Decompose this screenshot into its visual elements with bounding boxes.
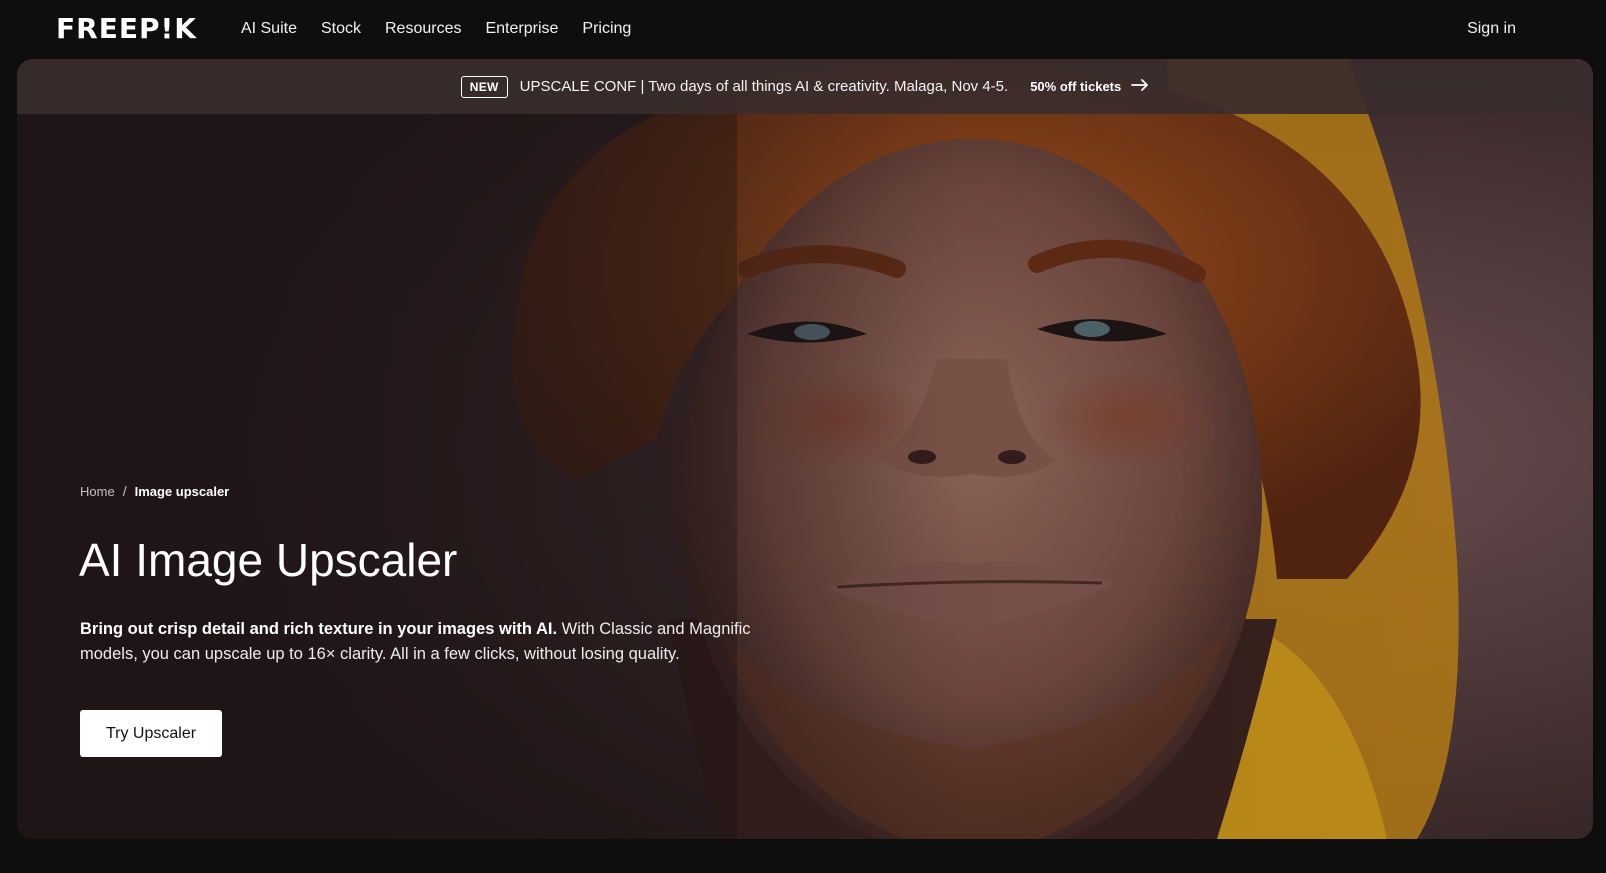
tickets-link-label: 50% off tickets xyxy=(1030,79,1122,94)
main-nav: AI Suite Stock Resources Enterprise Pric… xyxy=(241,20,631,38)
arrow-right-icon xyxy=(1131,79,1149,94)
nav-pricing[interactable]: Pricing xyxy=(582,20,631,38)
page-title: AI Image Upscaler xyxy=(79,534,458,586)
tickets-link[interactable]: 50% off tickets xyxy=(1030,79,1149,94)
freepik-logo[interactable]: FREEP!K xyxy=(56,15,197,43)
hero-overlay xyxy=(17,59,1593,839)
breadcrumb-current: Image upscaler xyxy=(134,483,230,499)
nav-enterprise[interactable]: Enterprise xyxy=(485,20,558,38)
nav-resources[interactable]: Resources xyxy=(385,20,461,38)
hero-section: NEW UPSCALE CONF | Two days of all thing… xyxy=(17,59,1593,839)
hero-description: Bring out crisp detail and rich texture … xyxy=(80,617,760,667)
hero-description-bold: Bring out crisp detail and rich texture … xyxy=(80,620,558,638)
new-badge: NEW xyxy=(460,75,508,98)
breadcrumb-home[interactable]: Home xyxy=(80,484,115,499)
top-navigation: FREEP!K AI Suite Stock Resources Enterpr… xyxy=(0,0,1606,58)
breadcrumb: Home / Image upscaler xyxy=(80,483,229,499)
try-upscaler-button[interactable]: Try Upscaler xyxy=(80,710,222,757)
sign-in-link[interactable]: Sign in xyxy=(1467,20,1516,38)
announcement-bar: NEW UPSCALE CONF | Two days of all thing… xyxy=(17,59,1593,114)
nav-stock[interactable]: Stock xyxy=(321,20,361,38)
nav-ai-suite[interactable]: AI Suite xyxy=(241,20,297,38)
breadcrumb-separator: / xyxy=(122,483,127,499)
announcement-text: UPSCALE CONF | Two days of all things AI… xyxy=(519,78,1009,95)
